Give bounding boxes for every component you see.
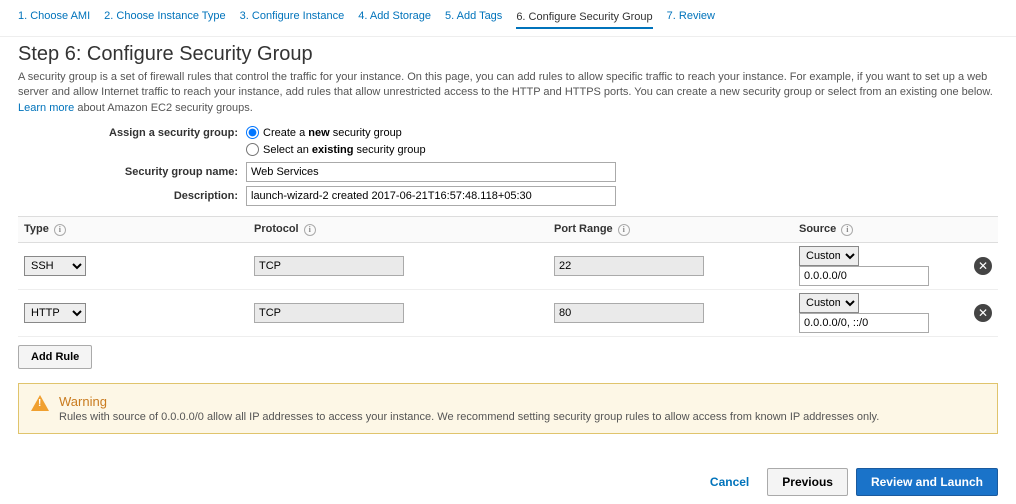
col-protocol: Protocol i [248, 217, 548, 243]
page-title: Step 6: Configure Security Group [18, 43, 998, 66]
source-input[interactable] [799, 266, 929, 286]
tab-configure-instance[interactable]: 3. Configure Instance [240, 8, 345, 28]
page-description: A security group is a set of firewall ru… [18, 70, 998, 116]
add-rule-button[interactable]: Add Rule [18, 345, 92, 369]
source-select[interactable]: Custom [799, 246, 859, 266]
learn-more-link[interactable]: Learn more [18, 102, 74, 114]
protocol-box: TCP [254, 256, 404, 276]
info-icon[interactable]: i [618, 224, 630, 236]
type-select[interactable]: HTTP [24, 303, 86, 323]
warning-box: Warning Rules with source of 0.0.0.0/0 a… [18, 383, 998, 434]
footer: Cancel Previous Review and Launch [700, 468, 998, 496]
info-icon[interactable]: i [304, 224, 316, 236]
previous-button[interactable]: Previous [767, 468, 848, 496]
table-row: HTTP TCP 80 Custom ✕ [18, 289, 998, 336]
tab-instance-type[interactable]: 2. Choose Instance Type [104, 8, 226, 28]
rules-table: Type i Protocol i Port Range i Source i … [18, 216, 998, 337]
table-row: SSH TCP 22 Custom ✕ [18, 242, 998, 289]
sg-desc-label: Description: [18, 190, 246, 202]
radio-select-existing[interactable] [246, 143, 259, 156]
port-box: 80 [554, 303, 704, 323]
info-icon[interactable]: i [54, 224, 66, 236]
sg-name-label: Security group name: [18, 166, 246, 178]
sg-desc-input[interactable] [246, 186, 616, 206]
type-select[interactable]: SSH [24, 256, 86, 276]
radio-select-existing-label: Select an existing security group [263, 144, 426, 156]
radio-create-new-label: Create a new security group [263, 127, 402, 139]
tab-add-tags[interactable]: 5. Add Tags [445, 8, 502, 28]
col-source: Source i [793, 217, 968, 243]
port-box: 22 [554, 256, 704, 276]
source-select[interactable]: Custom [799, 293, 859, 313]
tab-review[interactable]: 7. Review [667, 8, 715, 28]
sg-name-input[interactable] [246, 162, 616, 182]
remove-rule-icon[interactable]: ✕ [974, 304, 992, 322]
tab-add-storage[interactable]: 4. Add Storage [358, 8, 431, 28]
remove-rule-icon[interactable]: ✕ [974, 257, 992, 275]
radio-create-new[interactable] [246, 126, 259, 139]
tab-choose-ami[interactable]: 1. Choose AMI [18, 8, 90, 28]
assign-label: Assign a security group: [18, 127, 246, 139]
info-icon[interactable]: i [841, 224, 853, 236]
col-port: Port Range i [548, 217, 793, 243]
warning-text: Rules with source of 0.0.0.0/0 allow all… [59, 411, 879, 423]
cancel-button[interactable]: Cancel [700, 469, 759, 495]
wizard-tabs: 1. Choose AMI 2. Choose Instance Type 3.… [0, 0, 1016, 37]
protocol-box: TCP [254, 303, 404, 323]
tab-security-group[interactable]: 6. Configure Security Group [516, 9, 652, 29]
review-launch-button[interactable]: Review and Launch [856, 468, 998, 496]
col-type: Type i [18, 217, 248, 243]
warning-title: Warning [59, 394, 879, 409]
warning-icon [31, 395, 49, 411]
source-input[interactable] [799, 313, 929, 333]
